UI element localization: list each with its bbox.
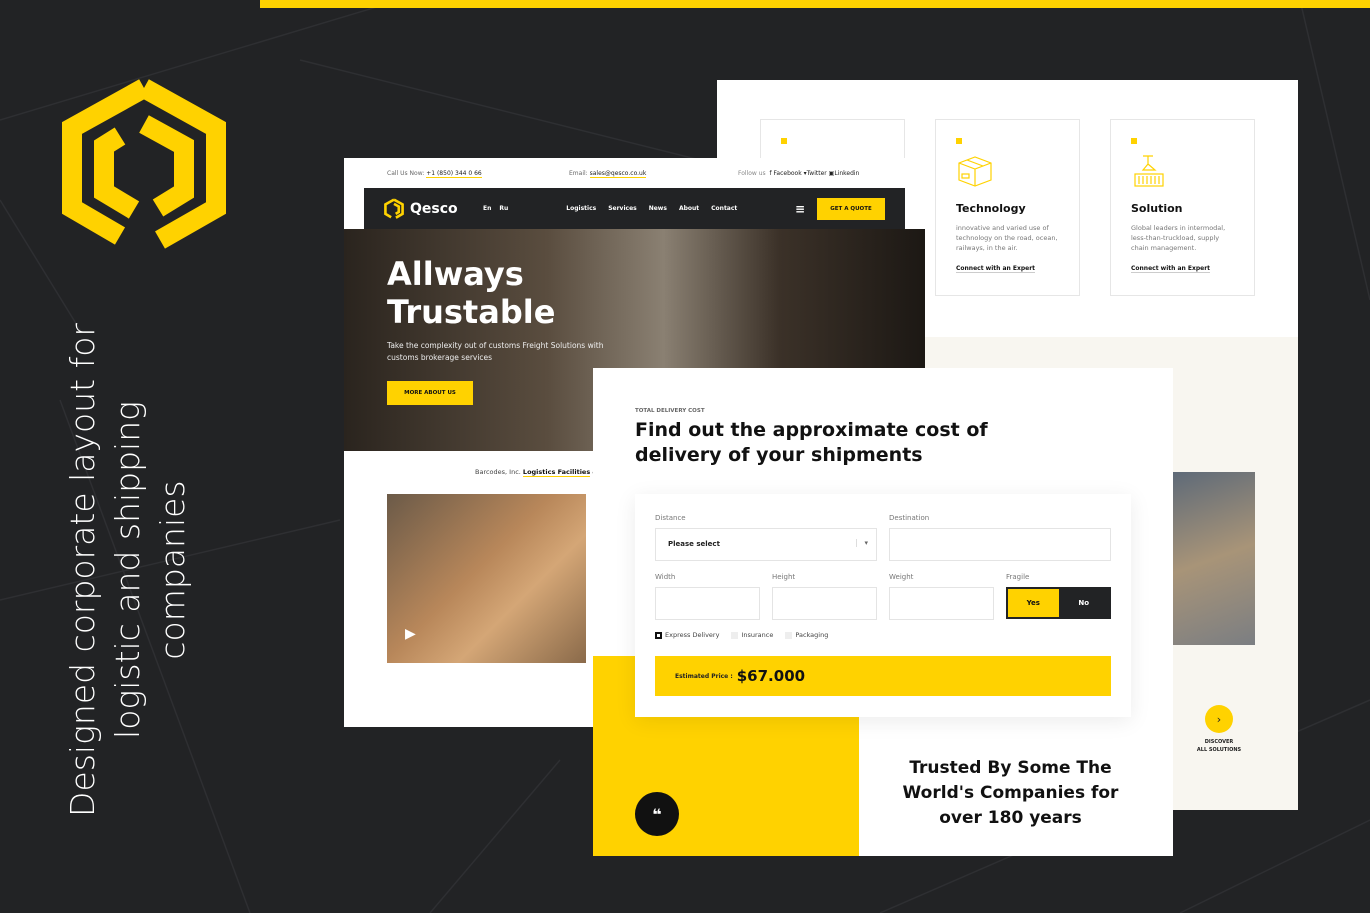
- trusted-heading: Trusted By Some The World's Companies fo…: [902, 758, 1119, 828]
- package-video-thumbnail[interactable]: ▶: [387, 494, 586, 663]
- fragile-no[interactable]: No: [1059, 589, 1110, 617]
- fragile-label: Fragile: [1006, 573, 1030, 581]
- brand-name: Qesco: [410, 200, 458, 217]
- linkedin-link[interactable]: Linkedin: [834, 170, 859, 177]
- promo-tagline: Designed corporate layout for logistic a…: [63, 323, 192, 817]
- nav-news[interactable]: News: [649, 205, 667, 212]
- qesco-logo-icon: [62, 79, 226, 249]
- email: Email: sales@qesco.co.uk: [569, 170, 647, 178]
- box-icon: [958, 156, 992, 187]
- distance-select[interactable]: Please select ▾: [655, 528, 877, 561]
- quote-icon: ❝: [635, 792, 679, 836]
- distance-label: Distance: [655, 514, 686, 522]
- discover-label: ALL SOLUTIONS: [1196, 747, 1242, 753]
- twitter-link[interactable]: Twitter: [807, 170, 827, 177]
- weight-input[interactable]: [889, 587, 994, 620]
- height-label: Height: [772, 573, 796, 581]
- card-desc: Global leaders in intermodal, less-than-…: [1131, 224, 1226, 252]
- hero-title: Allways: [387, 255, 524, 293]
- menu-icon[interactable]: ≡: [795, 202, 805, 216]
- play-icon[interactable]: ▶: [405, 626, 416, 642]
- destination-input[interactable]: [889, 528, 1111, 561]
- connect-expert-link[interactable]: Connect with an Expert: [1131, 265, 1211, 273]
- connect-expert-link[interactable]: Connect with an Expert: [956, 265, 1036, 273]
- nav-services[interactable]: Services: [608, 205, 637, 212]
- service-card-solution: Solution Global leaders in intermodal, l…: [1110, 119, 1255, 296]
- courier-photo: [1173, 472, 1255, 645]
- express-delivery-checkbox[interactable]: Express Delivery: [655, 631, 719, 639]
- top-accent-bar: [260, 0, 1370, 8]
- packaging-checkbox[interactable]: Packaging: [785, 631, 828, 639]
- weight-label: Weight: [889, 573, 914, 581]
- fragile-yes[interactable]: Yes: [1008, 589, 1059, 617]
- calc-title: Find out the approximate cost of deliver…: [635, 419, 988, 466]
- nav-about[interactable]: About: [679, 205, 699, 212]
- facebook-link[interactable]: Facebook: [774, 170, 802, 177]
- get-quote-button[interactable]: GET A QUOTE: [817, 197, 885, 220]
- main-nav: Qesco En Ru Logistics Services News Abou…: [364, 188, 905, 229]
- calc-eyebrow: TOTAL DELIVERY COST: [635, 408, 705, 414]
- more-about-button[interactable]: MORE ABOUT US: [387, 381, 473, 405]
- hero-title: Trustable: [387, 293, 556, 331]
- calc-form: Distance Please select ▾ Destination Widt…: [635, 494, 1131, 717]
- discover-button[interactable]: ›: [1205, 705, 1233, 733]
- discover-label: DISCOVER: [1204, 739, 1234, 745]
- card-title: Solution: [1131, 202, 1183, 215]
- width-label: Width: [655, 573, 676, 581]
- logo-icon: [384, 197, 404, 219]
- email-link[interactable]: sales@qesco.co.uk: [589, 170, 647, 178]
- lang-en[interactable]: En: [483, 205, 491, 212]
- width-input[interactable]: [655, 587, 760, 620]
- chevron-right-icon: ›: [1216, 712, 1222, 726]
- social-links: Follow us f Facebook ▾Twitter ▣Linkedin: [738, 170, 860, 177]
- lang-ru[interactable]: Ru: [499, 205, 508, 212]
- calculator-panel: TOTAL DELIVERY COST Find out the approxi…: [593, 368, 1173, 856]
- destination-label: Destination: [889, 514, 930, 522]
- hero-subtitle: Take the complexity out of customs Freig…: [387, 341, 604, 362]
- estimated-price-bar: Estimated Price : $67.000: [655, 656, 1111, 696]
- nav-contact[interactable]: Contact: [711, 205, 737, 212]
- nav-logistics[interactable]: Logistics: [566, 205, 596, 212]
- card-title: Technology: [956, 202, 1026, 215]
- crane-container-icon: [1134, 155, 1164, 187]
- chevron-down-icon: ▾: [856, 539, 868, 547]
- call-us: Call Us Now: +1 (850) 344 0 66: [387, 170, 482, 178]
- service-card-technology: Technology innovative and varied use of …: [935, 119, 1080, 296]
- estimated-price: $67.000: [736, 667, 806, 685]
- height-input[interactable]: [772, 587, 877, 620]
- insurance-checkbox[interactable]: Insurance: [731, 631, 773, 639]
- partners-text: Barcodes, Inc. Logistics Facilities & T: [475, 468, 603, 477]
- phone-link[interactable]: +1 (850) 344 0 66: [426, 170, 482, 178]
- card-desc: innovative and varied use of technology …: [956, 224, 1058, 252]
